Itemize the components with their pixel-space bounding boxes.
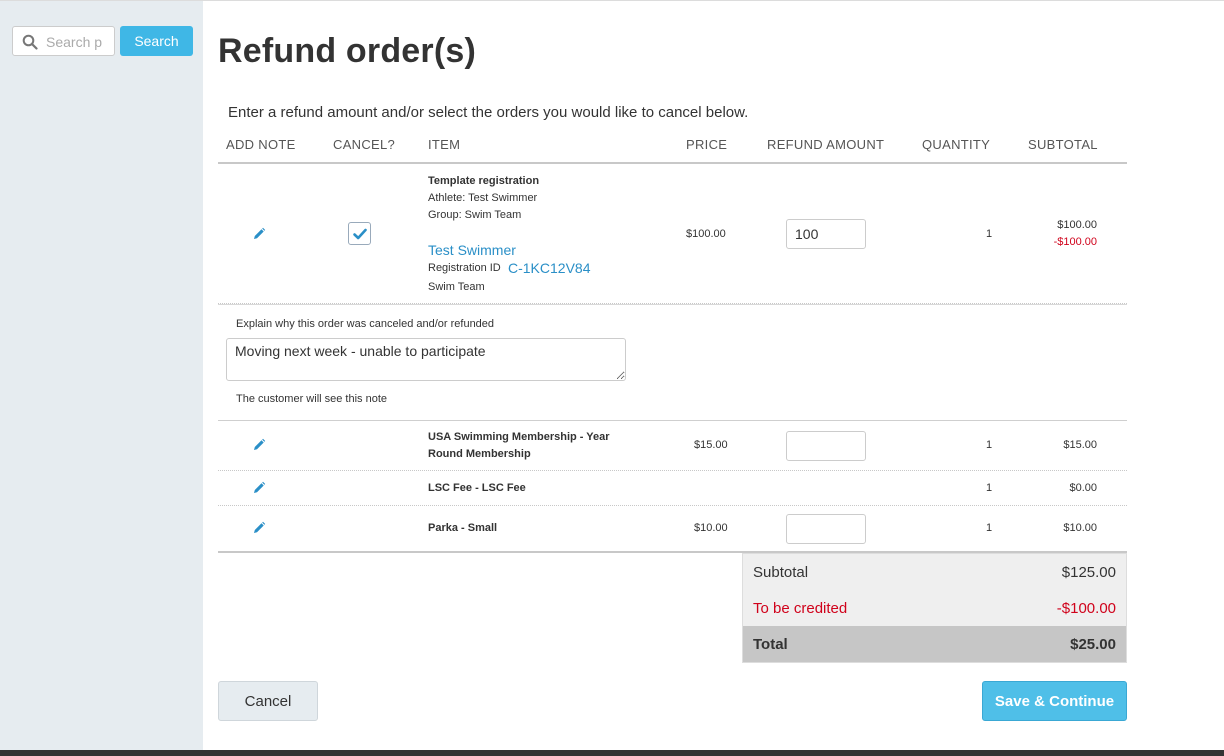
item-quantity: 1	[986, 228, 993, 240]
item-name: Parka - Small	[428, 522, 498, 534]
row-divider	[218, 470, 1127, 471]
save-continue-button[interactable]: Save & Continue	[982, 681, 1127, 721]
order-summary: Subtotal $125.00 To be credited -$100.00…	[742, 553, 1127, 663]
item-subtotal: $10.00	[1063, 522, 1097, 534]
column-header-quantity: QUANTITY	[922, 137, 991, 152]
row-divider-solid	[218, 304, 1127, 305]
participant-link[interactable]: Test Swimmer	[428, 242, 516, 258]
summary-total-row: Total $25.00	[743, 626, 1126, 662]
summary-total-value: $25.00	[1070, 636, 1116, 653]
page-title: Refund order(s)	[218, 32, 476, 70]
item-name: USA Swimming Membership - Year	[428, 431, 610, 443]
row-divider	[218, 420, 1127, 421]
summary-credited-row: To be credited -$100.00	[743, 590, 1126, 626]
item-quantity: 1	[986, 522, 993, 534]
column-header-subtotal: SUBTOTAL	[1028, 137, 1098, 152]
column-header-refund-amount: REFUND AMOUNT	[767, 137, 885, 152]
summary-subtotal-value: $125.00	[1061, 564, 1116, 581]
item-name-line2: Round Membership	[428, 448, 531, 460]
item-name: LSC Fee - LSC Fee	[428, 482, 526, 494]
edit-note-pencil-icon[interactable]	[252, 521, 266, 535]
search-icon	[22, 34, 38, 50]
search-button[interactable]: Search	[120, 26, 193, 56]
item-price: $15.00	[694, 439, 728, 451]
page-intro: Enter a refund amount and/or select the …	[228, 104, 749, 121]
item-credited: -$100.00	[1053, 236, 1097, 248]
item-price: $10.00	[694, 522, 728, 534]
summary-credited-value: -$100.00	[1056, 600, 1116, 617]
note-textarea[interactable]: Moving next week - unable to participate	[226, 338, 626, 381]
summary-credited-label: To be credited	[753, 600, 848, 617]
item-team: Swim Team	[428, 281, 485, 293]
refund-amount-input[interactable]	[786, 219, 866, 249]
search-box[interactable]	[12, 26, 115, 56]
edit-note-pencil-icon[interactable]	[252, 227, 266, 241]
column-header-cancel: CANCEL?	[333, 137, 396, 152]
summary-subtotal-label: Subtotal	[753, 564, 809, 581]
item-price: $100.00	[686, 228, 726, 240]
sidebar	[0, 1, 203, 750]
cancel-button[interactable]: Cancel	[218, 681, 318, 721]
header-divider	[218, 162, 1127, 164]
cancel-checkbox[interactable]	[348, 222, 371, 245]
note-hint: The customer will see this note	[236, 393, 388, 405]
column-header-item: ITEM	[428, 137, 461, 152]
item-quantity: 1	[986, 482, 993, 494]
item-group: Group: Swim Team	[428, 209, 522, 221]
edit-note-pencil-icon[interactable]	[252, 481, 266, 495]
checkmark-icon	[353, 228, 367, 240]
note-label: Explain why this order was canceled and/…	[236, 318, 495, 330]
edit-note-pencil-icon[interactable]	[252, 438, 266, 452]
bottom-bar	[0, 750, 1224, 756]
registration-id-label: Registration ID	[428, 262, 501, 274]
summary-subtotal-row: Subtotal $125.00	[743, 554, 1126, 590]
refund-amount-input[interactable]	[786, 514, 866, 544]
refund-amount-input[interactable]	[786, 431, 866, 461]
column-header-price: PRICE	[686, 137, 728, 152]
item-name: Template registration	[428, 175, 540, 187]
item-quantity: 1	[986, 439, 993, 451]
search-input[interactable]	[46, 32, 110, 52]
column-header-add-note: ADD NOTE	[226, 137, 296, 152]
row-divider	[218, 505, 1127, 506]
item-subtotal: $15.00	[1063, 439, 1097, 451]
registration-id-link[interactable]: C-1KC12V84	[508, 260, 591, 276]
item-athlete: Athlete: Test Swimmer	[428, 192, 538, 204]
item-subtotal: $0.00	[1069, 482, 1097, 494]
item-subtotal: $100.00	[1057, 219, 1097, 231]
summary-total-label: Total	[753, 636, 788, 653]
